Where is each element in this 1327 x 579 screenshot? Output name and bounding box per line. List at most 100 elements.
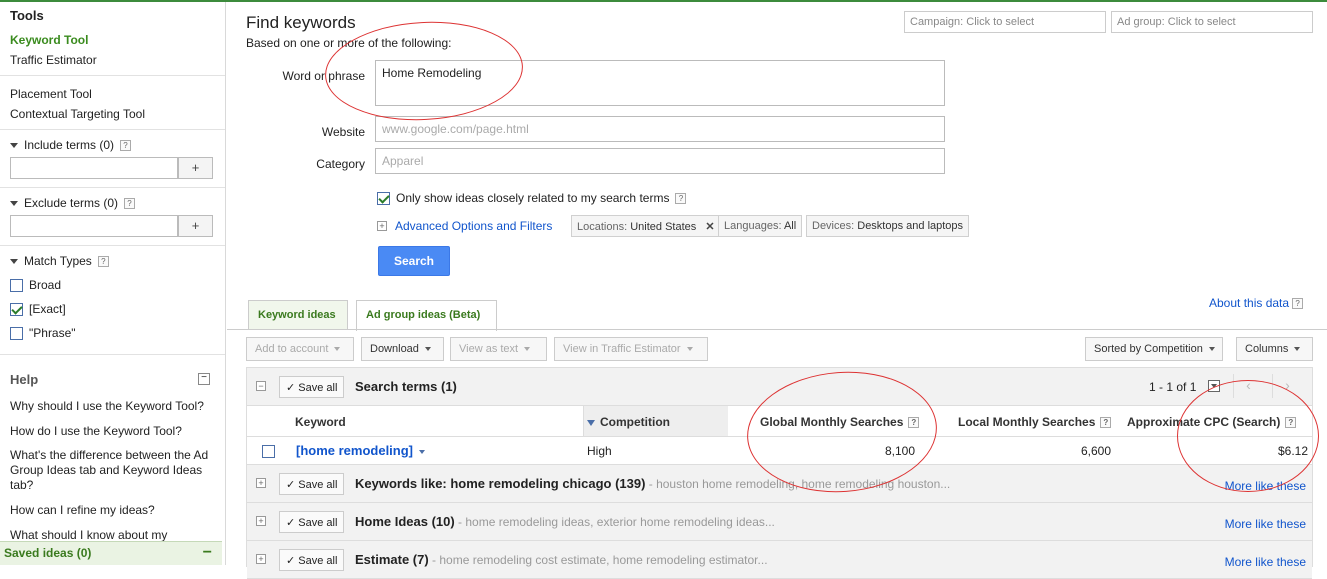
help-link[interactable]: Why should I use the Keyword Tool? [10,399,215,414]
help-icon[interactable]: ? [124,197,136,209]
expand-icon[interactable]: + [256,554,266,564]
checkbox-exact[interactable] [10,302,23,316]
collapse-icon[interactable]: − [203,542,212,564]
more-like-these-link[interactable]: More like these [1225,555,1306,569]
chevron-down-icon [1211,384,1217,388]
save-all-button[interactable]: ✓ Save all [279,549,345,571]
columns-button[interactable]: Columns [1236,337,1313,361]
match-type-phrase[interactable]: "Phrase" [10,326,76,340]
group-name: Home Ideas (10) [355,514,455,529]
category-input[interactable]: Apparel [375,148,945,174]
help-link[interactable]: How do I use the Keyword Tool? [10,424,215,439]
pager-dropdown[interactable] [1208,380,1220,392]
button-label: Columns [1245,343,1289,355]
match-type-broad[interactable]: Broad [10,278,61,292]
button-label: Sorted by Competition [1094,343,1203,355]
match-type-label: [Exact] [29,302,66,316]
closely-related-option[interactable]: Only show ideas closely related to my se… [377,191,687,205]
sidebar-item-traffic-estimator[interactable]: Traffic Estimator [10,53,97,67]
about-data-link[interactable]: About this data [1209,296,1289,310]
col-competition[interactable]: Competition [587,415,670,429]
help-icon[interactable]: ? [908,417,920,429]
chip-label: Languages: [724,220,782,232]
button-label: Save all [298,555,338,567]
remove-icon[interactable]: ✕ [705,221,714,233]
include-terms-toggle[interactable]: Include terms (0) ? [10,138,132,152]
more-like-these-link[interactable]: More like these [1225,517,1306,531]
group-title[interactable]: Keywords like: home remodeling chicago (… [355,476,950,491]
search-button[interactable]: Search [378,246,450,276]
save-all-button[interactable]: ✓ Save all [279,511,345,533]
sidebar-item-contextual-targeting-tool[interactable]: Contextual Targeting Tool [10,107,145,121]
checkbox-phrase[interactable] [10,326,23,340]
closely-related-checkbox[interactable] [377,191,390,205]
prev-page-icon[interactable]: ‹ [1233,374,1263,398]
exclude-terms-input[interactable] [10,215,178,237]
sidebar-item-placement-tool[interactable]: Placement Tool [10,87,92,101]
expand-icon: + [377,221,387,231]
saved-ideas-bar[interactable]: Saved ideas (0) − [0,541,222,565]
help-icon[interactable]: ? [1100,417,1112,429]
include-terms-add-button[interactable]: + [178,157,213,179]
list-item: + ✓ Save all Home Ideas (10) - home remo… [247,503,1312,541]
next-page-icon[interactable]: › [1272,374,1302,398]
match-type-exact[interactable]: [Exact] [10,302,66,316]
chevron-down-icon [1208,347,1215,352]
exclude-terms-toggle[interactable]: Exclude terms (0) ? [10,196,136,210]
tab-keyword-ideas[interactable]: Keyword ideas [248,300,348,330]
locations-chip[interactable]: Locations: United States ✕ [571,215,721,237]
chevron-down-icon[interactable] [419,449,426,454]
help-icon[interactable]: ? [97,255,109,267]
advanced-options-toggle[interactable]: + Advanced Options and Filters [377,219,552,233]
word-or-phrase-input[interactable]: Home Remodeling [375,60,945,106]
collapse-icon[interactable]: − [198,373,210,385]
divider [0,245,225,246]
view-as-text-button[interactable]: View as text [450,337,547,361]
website-label: Website [321,125,365,139]
help-icon[interactable]: ? [675,192,687,204]
website-input[interactable]: www.google.com/page.html [375,116,945,142]
chevron-down-icon [1294,347,1301,352]
chevron-down-icon [334,347,341,352]
col-approx-cpc[interactable]: Approximate CPC (Search)? [1127,415,1297,429]
chip-value: Desktops and laptops [857,220,964,232]
col-keyword[interactable]: Keyword [295,415,346,429]
help-icon[interactable]: ? [120,139,132,151]
expand-icon[interactable]: + [256,478,266,488]
row-checkbox[interactable] [262,445,275,458]
sidebar-item-keyword-tool[interactable]: Keyword Tool [10,33,88,47]
include-terms-input[interactable] [10,157,178,179]
tools-title: Tools [10,8,44,23]
save-all-button[interactable]: ✓ Save all [279,376,345,398]
view-traffic-estimator-button[interactable]: View in Traffic Estimator [554,337,708,361]
checkbox-broad[interactable] [10,278,23,292]
add-to-account-button[interactable]: Add to account [246,337,354,361]
col-global-monthly[interactable]: Global Monthly Searches? [760,415,920,429]
adgroup-selector[interactable]: Ad group: Click to select [1111,11,1313,33]
advanced-options-link[interactable]: Advanced Options and Filters [395,219,552,233]
sort-button[interactable]: Sorted by Competition [1085,337,1223,361]
chip-label: Devices: [812,220,855,232]
campaign-selector[interactable]: Campaign: Click to select [904,11,1106,33]
collapse-icon[interactable]: − [256,381,266,391]
keyword-cell[interactable]: [home remodeling] [296,443,426,458]
exclude-terms-add-button[interactable]: + [178,215,213,237]
languages-chip[interactable]: Languages: All [718,215,803,237]
about-data[interactable]: About this data ? [1209,296,1304,310]
group-title[interactable]: Home Ideas (10) - home remodeling ideas,… [355,514,775,529]
tab-ad-group-ideas[interactable]: Ad group ideas (Beta) [356,300,497,331]
help-link[interactable]: How can I refine my ideas? [10,503,215,518]
expand-icon[interactable]: + [256,516,266,526]
devices-chip[interactable]: Devices: Desktops and laptops [806,215,970,237]
col-local-monthly[interactable]: Local Monthly Searches? [958,415,1112,429]
match-types-toggle[interactable]: Match Types ? [10,254,109,268]
divider [0,187,225,188]
help-icon[interactable]: ? [1285,417,1297,429]
help-link[interactable]: What's the difference between the Ad Gro… [10,448,215,493]
button-label: Save all [298,517,338,529]
help-icon[interactable]: ? [1292,297,1304,309]
download-button[interactable]: Download [361,337,444,361]
more-like-these-link[interactable]: More like these [1225,479,1306,493]
save-all-button[interactable]: ✓ Save all [279,473,345,495]
divider [0,75,225,76]
